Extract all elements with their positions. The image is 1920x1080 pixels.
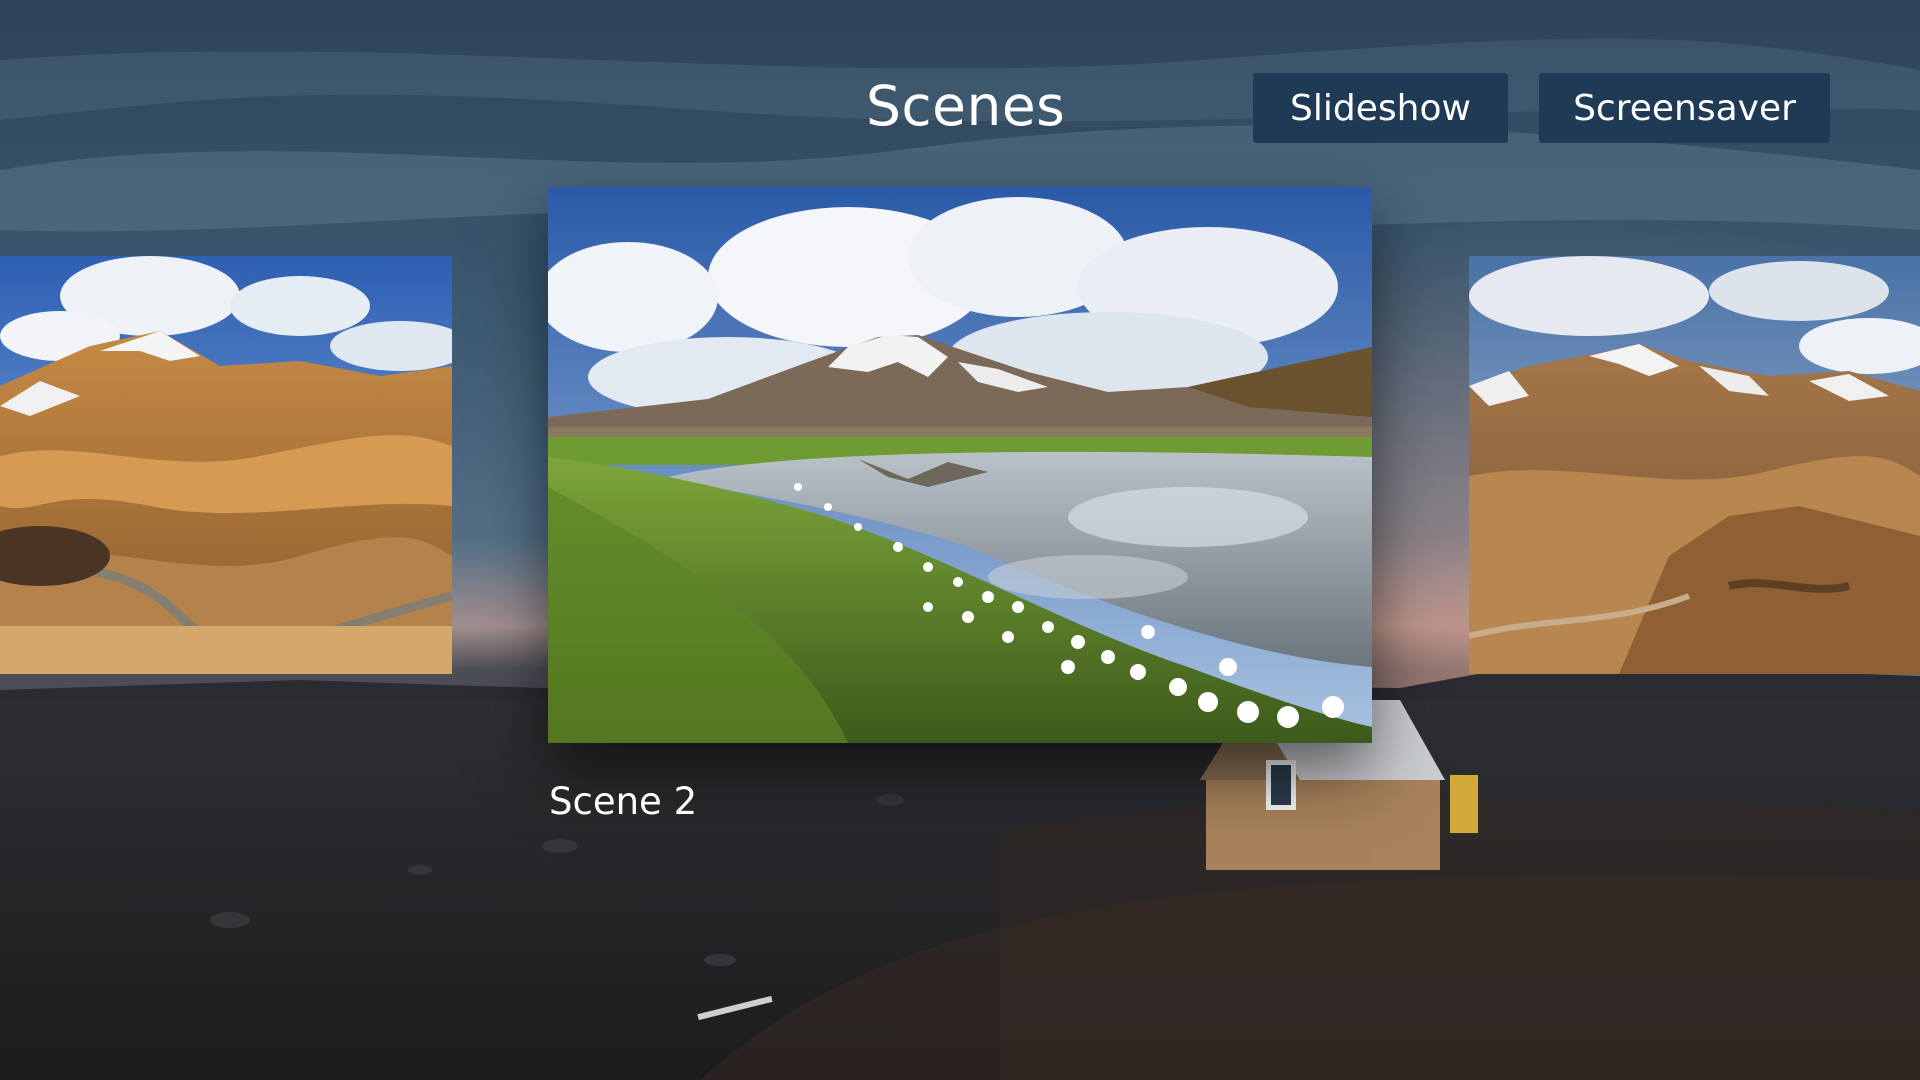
scene-1-image [0, 256, 452, 674]
scene-2-image [548, 187, 1372, 743]
focused-scene-label: Scene 2 [549, 780, 698, 823]
scenes-screen: Scenes Slideshow Screensaver Scene 2 [0, 0, 1920, 1080]
scene-3-image [1469, 256, 1920, 674]
page-title: Scenes [866, 74, 1066, 138]
scene-card-2[interactable] [548, 187, 1372, 743]
scene-card-1[interactable] [0, 256, 452, 674]
scene-card-3[interactable] [1469, 256, 1920, 674]
screensaver-button[interactable]: Screensaver [1539, 73, 1830, 143]
slideshow-button[interactable]: Slideshow [1253, 73, 1508, 143]
